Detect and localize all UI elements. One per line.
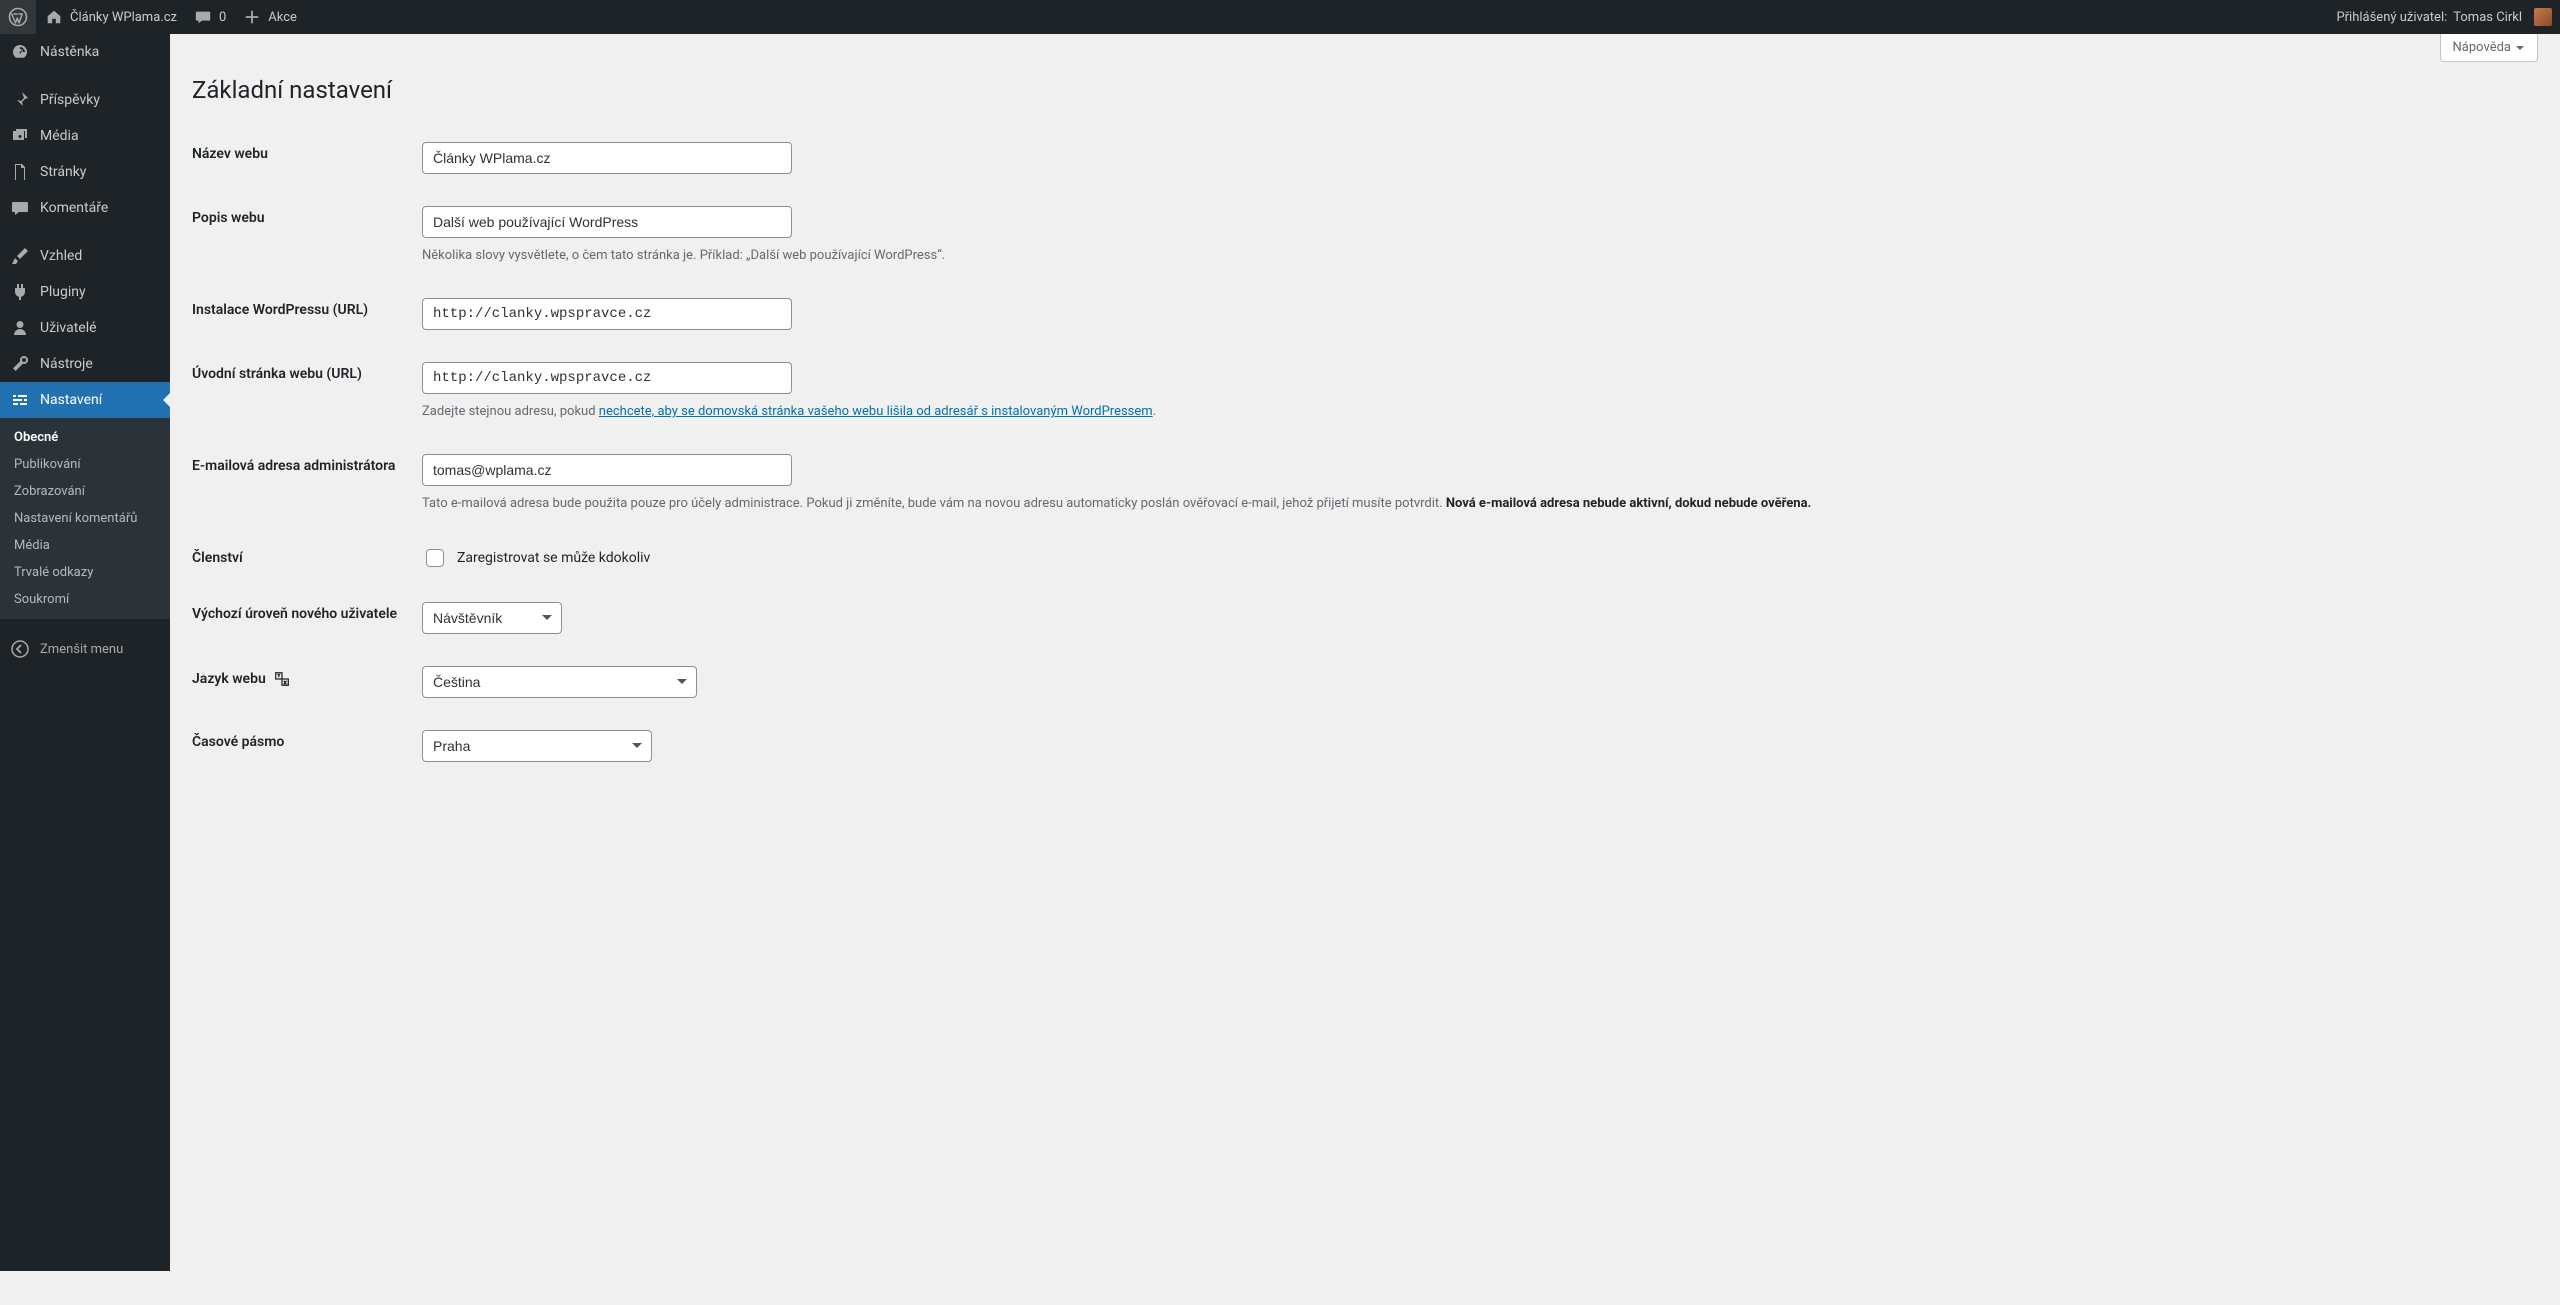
comments-menu[interactable]: 0 xyxy=(185,0,234,34)
submenu-writing[interactable]: Publikování xyxy=(0,451,170,478)
label-site-language-text: Jazyk webu xyxy=(192,671,266,687)
description-admin-email: Tato e-mailová adresa bude použita pouze… xyxy=(422,494,2528,514)
comments-icon xyxy=(193,7,213,27)
checkbox-users-can-register[interactable] xyxy=(426,549,444,567)
new-content-menu[interactable]: Akce xyxy=(234,0,305,34)
help-tab[interactable]: Nápověda xyxy=(2440,34,2538,62)
label-users-can-register: Zaregistrovat se může kdokoliv xyxy=(457,550,650,566)
menu-pages[interactable]: Stránky xyxy=(0,154,170,190)
menu-label: Vzhled xyxy=(40,248,82,264)
help-tab-label: Nápověda xyxy=(2453,40,2511,55)
input-admin-email[interactable] xyxy=(422,454,792,486)
pin-icon xyxy=(10,90,30,110)
wordpress-logo-icon xyxy=(8,7,28,27)
select-timezone[interactable]: Praha xyxy=(422,730,652,762)
page-title: Základní nastavení xyxy=(192,76,2538,104)
site-name-label: Články WPlama.cz xyxy=(70,10,177,25)
description-admin-email-strong: Nová e-mailová adresa nebude aktivní, do… xyxy=(1446,496,1811,511)
submenu-discussion[interactable]: Nastavení komentářů xyxy=(0,505,170,532)
my-account[interactable]: Přihlášený uživatel: Tomas Cirkl xyxy=(2328,0,2560,34)
description-home-pre: Zadejte stejnou adresu, pokud xyxy=(422,404,599,419)
input-blogdescription[interactable] xyxy=(422,206,792,238)
menu-label: Média xyxy=(40,128,79,144)
menu-posts[interactable]: Příspěvky xyxy=(0,82,170,118)
submenu-privacy[interactable]: Soukromí xyxy=(0,586,170,613)
submenu-general[interactable]: Obecné xyxy=(0,424,170,451)
menu-label: Uživatelé xyxy=(40,320,97,336)
submenu-reading[interactable]: Zobrazování xyxy=(0,478,170,505)
menu-label: Příspěvky xyxy=(40,92,100,108)
sliders-icon xyxy=(10,390,30,410)
user-display-name: Tomas Cirkl xyxy=(2453,10,2522,25)
dashboard-icon xyxy=(10,42,30,62)
menu-dashboard[interactable]: Nástěnka xyxy=(0,34,170,70)
plug-icon xyxy=(10,282,30,302)
label-blogdescription: Popis webu xyxy=(192,210,265,226)
plus-icon xyxy=(242,7,262,27)
wordpress-logo-menu[interactable] xyxy=(0,0,36,34)
input-home[interactable] xyxy=(422,362,792,394)
link-home-help[interactable]: nechcete, aby se domovská stránka vašeho… xyxy=(599,404,1153,419)
submenu-media[interactable]: Média xyxy=(0,532,170,559)
menu-settings[interactable]: Nastavení xyxy=(0,382,170,418)
collapse-label: Zmenšit menu xyxy=(40,642,123,657)
home-icon xyxy=(44,7,64,27)
chevron-down-icon xyxy=(2515,43,2525,53)
label-blogname: Název webu xyxy=(192,146,268,162)
menu-label: Pluginy xyxy=(40,284,86,300)
settings-submenu: Obecné Publikování Zobrazování Nastavení… xyxy=(0,418,170,619)
input-siteurl[interactable] xyxy=(422,298,792,330)
translation-icon xyxy=(273,670,291,688)
description-admin-email-text: Tato e-mailová adresa bude použita pouze… xyxy=(422,496,1446,511)
menu-users[interactable]: Uživatelé xyxy=(0,310,170,346)
howdy-prefix: Přihlášený uživatel: xyxy=(2336,10,2447,25)
media-icon xyxy=(10,126,30,146)
new-content-label: Akce xyxy=(268,10,297,25)
label-default-role: Výchozí úroveň nového uživatele xyxy=(192,606,397,622)
admin-toolbar: Články WPlama.cz 0 Akce Přihlášený uživa… xyxy=(0,0,2560,34)
menu-label: Nastavení xyxy=(40,392,102,408)
comment-icon xyxy=(10,198,30,218)
site-name-menu[interactable]: Články WPlama.cz xyxy=(36,0,185,34)
submenu-permalinks[interactable]: Trvalé odkazy xyxy=(0,559,170,586)
label-siteurl: Instalace WordPressu (URL) xyxy=(192,302,368,318)
page-body: Nápověda Základní nastavení Název webu P… xyxy=(170,34,2560,818)
user-icon xyxy=(10,318,30,338)
menu-media[interactable]: Média xyxy=(0,118,170,154)
menu-label: Stránky xyxy=(40,164,86,180)
collapse-menu[interactable]: Zmenšit menu xyxy=(0,631,170,667)
collapse-icon xyxy=(10,639,30,659)
wrench-icon xyxy=(10,354,30,374)
description-home-post: . xyxy=(1153,404,1156,419)
label-membership: Členství xyxy=(192,550,243,566)
menu-comments[interactable]: Komentáře xyxy=(0,190,170,226)
input-blogname[interactable] xyxy=(422,142,792,174)
pages-icon xyxy=(10,162,30,182)
description-home: Zadejte stejnou adresu, pokud nechcete, … xyxy=(422,402,2528,422)
brush-icon xyxy=(10,246,30,266)
label-timezone: Časové pásmo xyxy=(192,734,284,750)
menu-label: Nástěnka xyxy=(40,44,99,60)
description-tagline: Několika slovy vysvětlete, o čem tato st… xyxy=(422,246,2528,266)
select-default-role[interactable]: Návštěvník xyxy=(422,602,562,634)
menu-tools[interactable]: Nástroje xyxy=(0,346,170,382)
menu-plugins[interactable]: Pluginy xyxy=(0,274,170,310)
avatar xyxy=(2534,8,2552,26)
menu-label: Komentáře xyxy=(40,200,108,216)
select-site-language[interactable]: Čeština xyxy=(422,666,697,698)
comments-count: 0 xyxy=(219,10,226,25)
label-home: Úvodní stránka webu (URL) xyxy=(192,366,362,382)
admin-menu: Nástěnka Příspěvky Média Stránky Komentá… xyxy=(0,34,170,1271)
menu-label: Nástroje xyxy=(40,356,93,372)
label-site-language: Jazyk webu xyxy=(192,671,291,687)
menu-appearance[interactable]: Vzhled xyxy=(0,238,170,274)
label-admin-email: E-mailová adresa administrátora xyxy=(192,458,395,474)
